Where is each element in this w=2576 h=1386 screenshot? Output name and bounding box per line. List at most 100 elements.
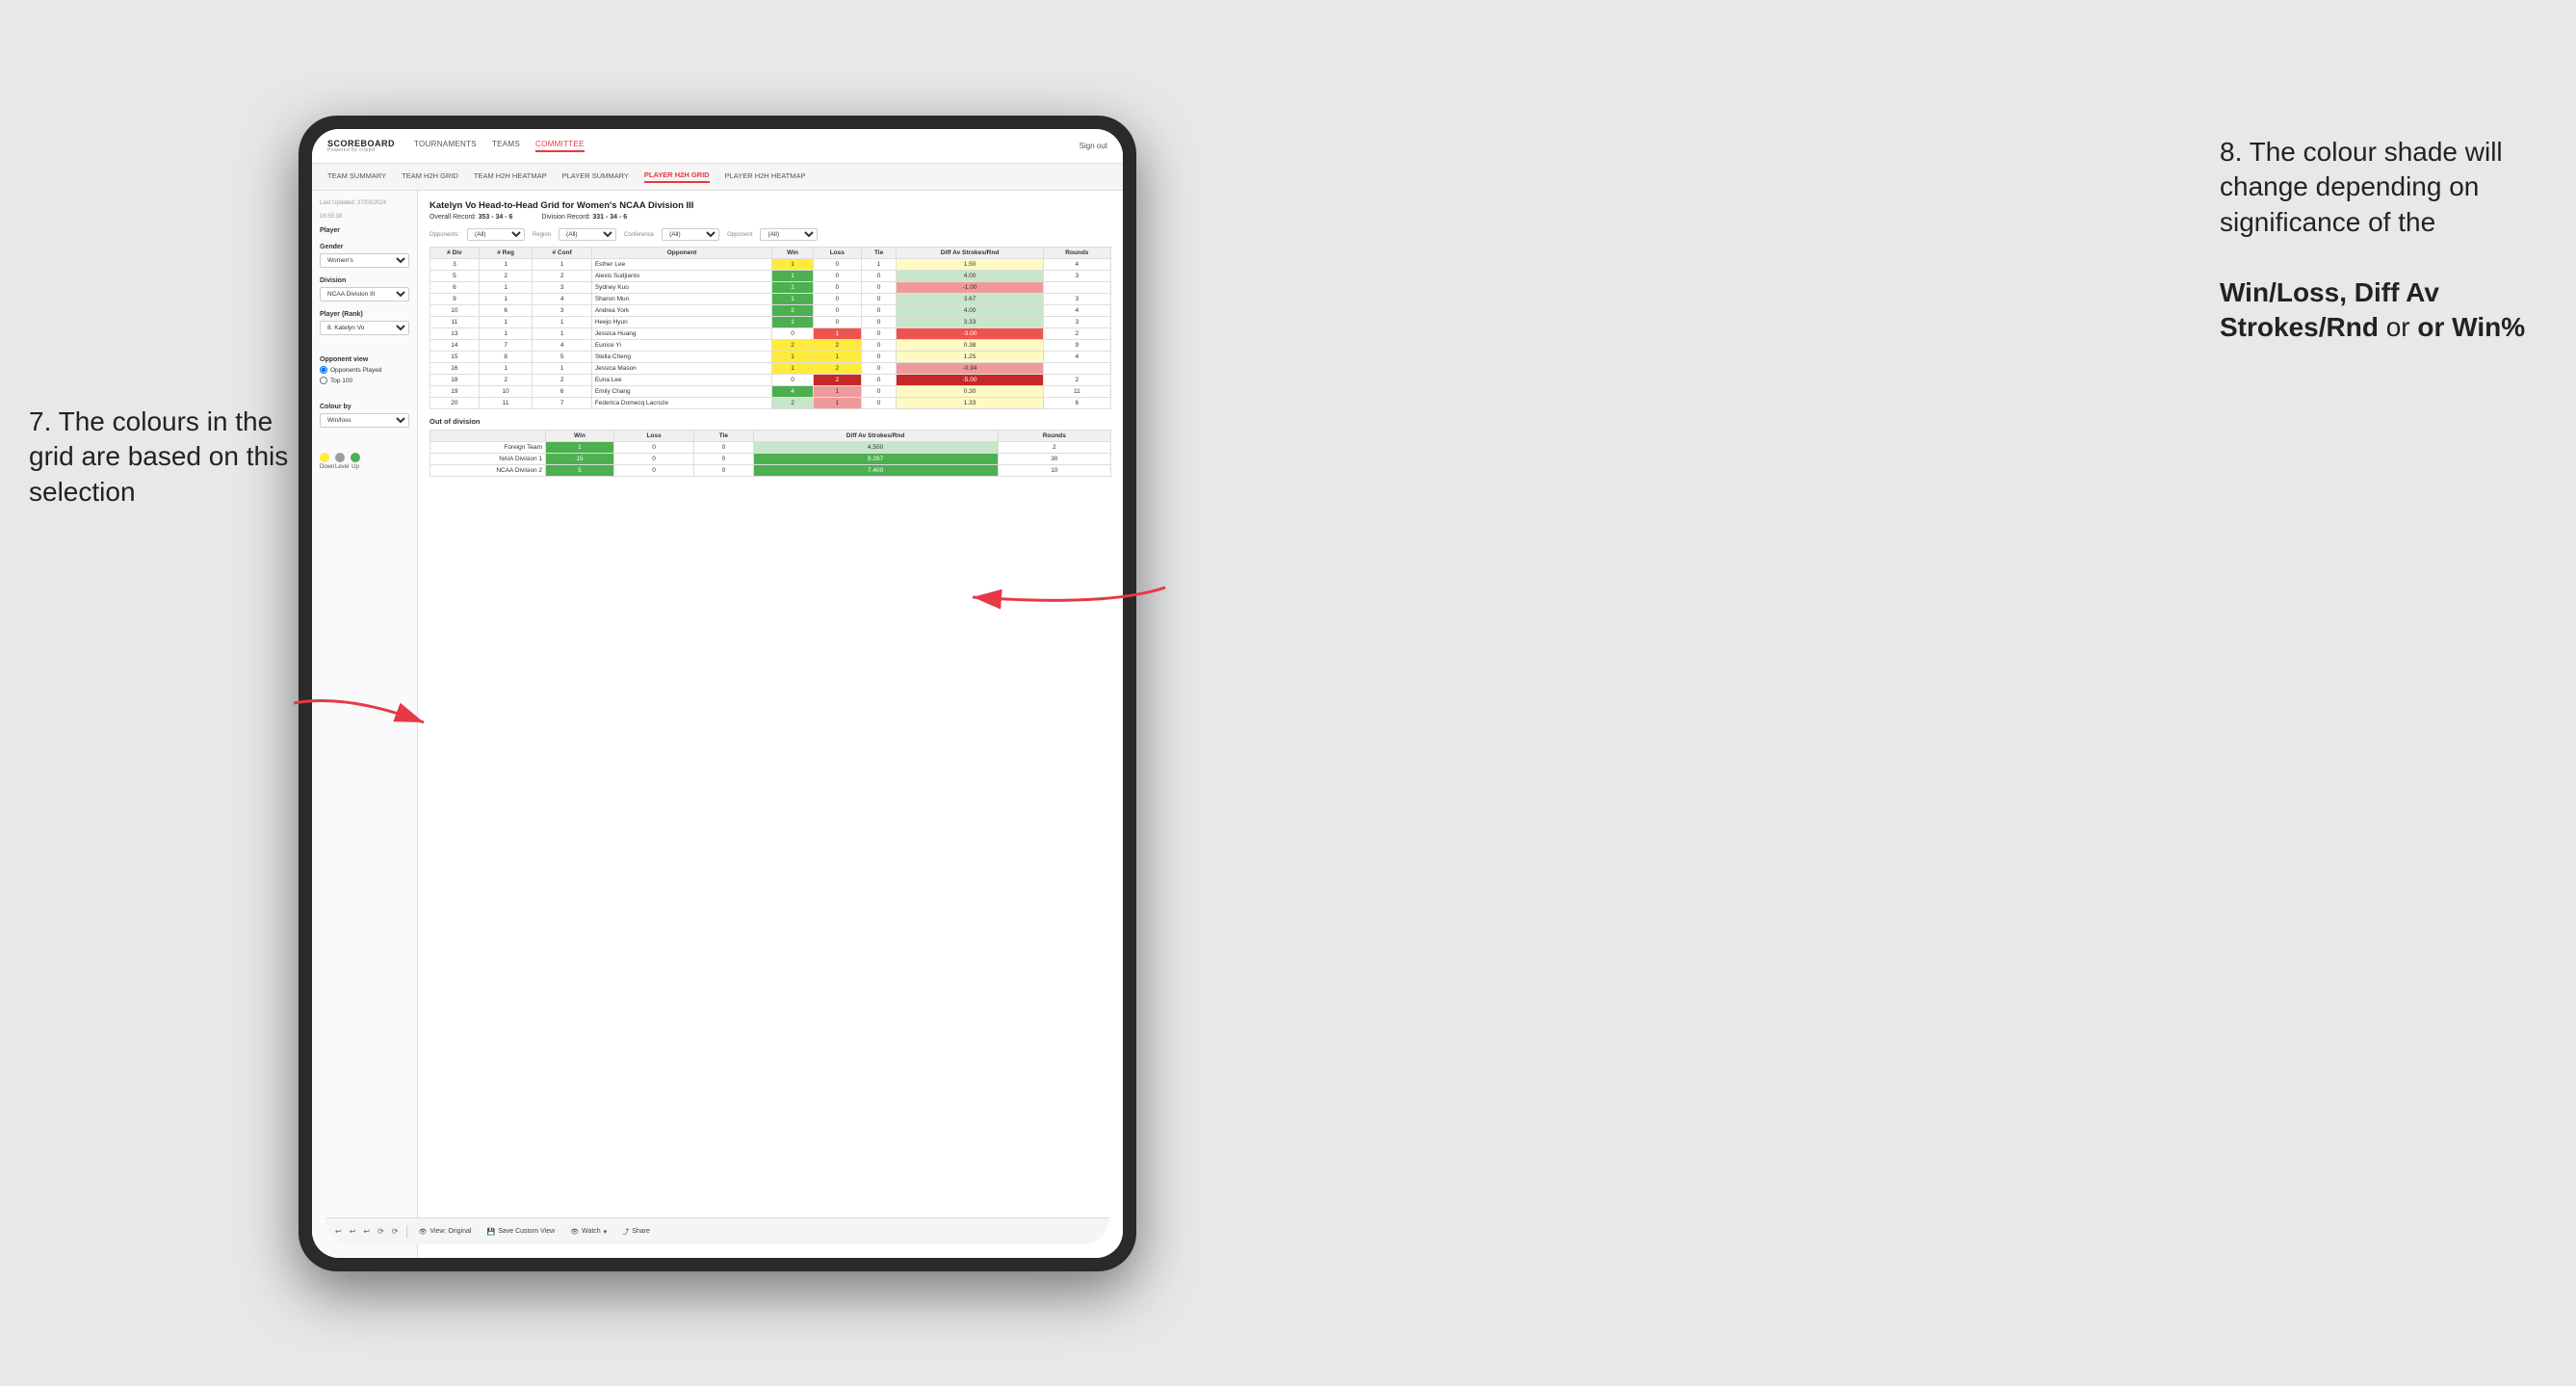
cell-tie: 0: [861, 352, 897, 363]
annotation-or: or: [2386, 312, 2418, 342]
cell-div: 19: [430, 386, 480, 398]
col-ood-win: Win: [546, 431, 614, 442]
cell-win: 0: [772, 328, 813, 340]
table-row: 9 1 4 Sharon Mun 1 0 0 3.67 3: [430, 294, 1111, 305]
cell-opponent: Heejo Hyun: [591, 317, 772, 328]
cell-div: 13: [430, 328, 480, 340]
toolbar-forward[interactable]: ⟳: [392, 1227, 399, 1236]
cell-reg: 11: [479, 398, 533, 409]
filter-opponent-select[interactable]: (All): [760, 228, 818, 241]
cell-div: 6: [430, 282, 480, 294]
annotation-left: 7. The colours in the grid are based on …: [29, 405, 299, 510]
table-row: 15 8 5 Stella Cheng 1 1 0 1.25 4: [430, 352, 1111, 363]
sidebar-colour-by-select[interactable]: Win/loss: [320, 413, 409, 428]
cell-loss: 1: [813, 398, 861, 409]
cell-ood-diff: 9.267: [753, 454, 998, 465]
col-ood-loss: Loss: [613, 431, 693, 442]
cell-ood-tie: 0: [694, 454, 753, 465]
table-row: NCAA Division 2 5 0 0 7.400 10: [430, 465, 1111, 477]
sidebar-radio-group: Opponents Played Top 100: [320, 366, 409, 384]
division-record: Division Record: 331 - 34 - 6: [541, 214, 627, 221]
toolbar-watch[interactable]: 👁 Watch ▾: [566, 1226, 611, 1238]
content-title: Katelyn Vo Head-to-Head Grid for Women's…: [429, 200, 1111, 211]
cell-tie: 0: [861, 271, 897, 282]
sidebar-radio-opponents-played[interactable]: Opponents Played: [320, 366, 409, 374]
cell-conf: 1: [533, 363, 591, 375]
cell-rounds: 9: [1043, 340, 1110, 352]
cell-ood-diff: 7.400: [753, 465, 998, 477]
cell-diff: 1.25: [897, 352, 1043, 363]
cell-loss: 0: [813, 294, 861, 305]
cell-ood-loss: 0: [613, 465, 693, 477]
table-row: Foreign Team 1 0 0 4.500 2: [430, 442, 1111, 454]
filter-conference-select[interactable]: (All): [662, 228, 719, 241]
cell-win: 1: [772, 259, 813, 271]
cell-div: 10: [430, 305, 480, 317]
toolbar-share[interactable]: ⤴ Share: [618, 1225, 654, 1239]
cell-win: 1: [772, 282, 813, 294]
cell-diff: 0.30: [897, 386, 1043, 398]
cell-div: 5: [430, 271, 480, 282]
sub-nav-player-h2h-grid[interactable]: PLAYER H2H GRID: [644, 170, 710, 183]
nav-committee[interactable]: COMMITTEE: [535, 140, 585, 152]
filter-region-select[interactable]: (All): [559, 228, 616, 241]
table-row: 16 1 1 Jessica Mason 1 2 0 -0.94: [430, 363, 1111, 375]
cell-loss: 0: [813, 305, 861, 317]
cell-win: 2: [772, 305, 813, 317]
cell-tie: 0: [861, 340, 897, 352]
cell-rounds: 6: [1043, 398, 1110, 409]
toolbar-view-original[interactable]: 👁 View: Original: [415, 1226, 476, 1238]
cell-conf: 3: [533, 282, 591, 294]
col-ood-name: [430, 431, 546, 442]
table-row: 10 6 3 Andrea York 2 0 0 4.00 4: [430, 305, 1111, 317]
toolbar: ↩ ↩ ↩ ⟳ ⟳ 👁 View: Original 💾 Save Custom…: [325, 1217, 1109, 1244]
sidebar-division-select[interactable]: NCAA Division III: [320, 287, 409, 301]
sidebar-player-rank-section: Player (Rank) 8. Katelyn Vo: [320, 311, 409, 335]
cell-conf: 4: [533, 340, 591, 352]
cell-loss: 0: [813, 317, 861, 328]
table-row: 11 1 1 Heejo Hyun 1 0 0 3.33 3: [430, 317, 1111, 328]
cell-win: 0: [772, 375, 813, 386]
filter-opponents-select[interactable]: (All): [467, 228, 525, 241]
cell-rounds: [1043, 282, 1110, 294]
cell-div: 16: [430, 363, 480, 375]
sub-nav-player-summary[interactable]: PLAYER SUMMARY: [562, 171, 629, 182]
nav-teams[interactable]: TEAMS: [492, 140, 520, 152]
sub-nav-team-h2h-heatmap[interactable]: TEAM H2H HEATMAP: [474, 171, 547, 182]
cell-rounds: 4: [1043, 259, 1110, 271]
sidebar-gender-select[interactable]: Women's: [320, 253, 409, 268]
table-row: 19 10 6 Emily Chang 4 1 0 0.30 11: [430, 386, 1111, 398]
cell-ood-loss: 0: [613, 454, 693, 465]
records-row: Overall Record: 353 - 34 - 6 Division Re…: [429, 214, 1111, 221]
cell-tie: 0: [861, 282, 897, 294]
toolbar-save-custom[interactable]: 💾 Save Custom View: [482, 1226, 559, 1238]
sub-nav-team-h2h-grid[interactable]: TEAM H2H GRID: [402, 171, 458, 182]
sidebar-player-rank-select[interactable]: 8. Katelyn Vo: [320, 321, 409, 335]
cell-tie: 0: [861, 398, 897, 409]
cell-win: 1: [772, 352, 813, 363]
sidebar-radio-top100[interactable]: Top 100: [320, 377, 409, 384]
cell-conf: 7: [533, 398, 591, 409]
nav-tournaments[interactable]: TOURNAMENTS: [414, 140, 477, 152]
cell-ood-rounds: 2: [998, 442, 1110, 454]
cell-diff: 3.67: [897, 294, 1043, 305]
cell-rounds: 2: [1043, 328, 1110, 340]
sub-nav-player-h2h-heatmap[interactable]: PLAYER H2H HEATMAP: [725, 171, 806, 182]
cell-rounds: 11: [1043, 386, 1110, 398]
cell-reg: 10: [479, 386, 533, 398]
tablet-shell: SCOREBOARD Powered by clippd TOURNAMENTS…: [299, 116, 1136, 1271]
toolbar-undo[interactable]: ↩: [335, 1227, 342, 1236]
cell-opponent: Jessica Mason: [591, 363, 772, 375]
cell-conf: 1: [533, 328, 591, 340]
cell-opponent: Esther Lee: [591, 259, 772, 271]
filter-opponents: Opponents:: [429, 232, 459, 238]
toolbar-back[interactable]: ↩: [363, 1227, 370, 1236]
cell-ood-rounds: 10: [998, 465, 1110, 477]
toolbar-redo[interactable]: ↩: [350, 1227, 356, 1236]
sub-nav-team-summary[interactable]: TEAM SUMMARY: [327, 171, 386, 182]
nav-sign-out[interactable]: Sign out: [1080, 142, 1107, 150]
cell-tie: 0: [861, 294, 897, 305]
toolbar-refresh[interactable]: ⟳: [377, 1227, 384, 1236]
cell-div: 14: [430, 340, 480, 352]
annotation-bold2: or Win%: [2417, 312, 2525, 342]
